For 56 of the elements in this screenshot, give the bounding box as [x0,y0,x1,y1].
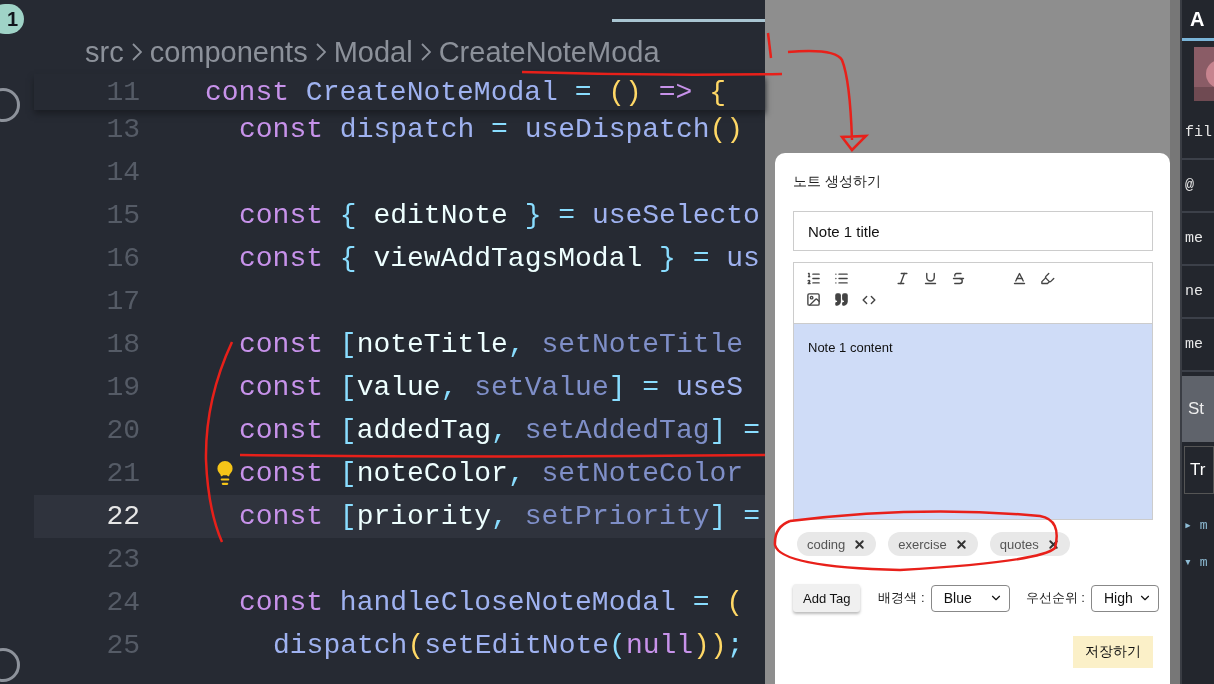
line-number: 22 [105,501,140,532]
code-line: dispatch(setEditNote(null)); [273,630,744,661]
panel-row[interactable]: ne [1182,266,1214,319]
panel-row[interactable]: me [1182,213,1214,266]
bullet-list-icon[interactable] [834,271,849,286]
priority-select[interactable]: High [1090,584,1159,612]
code-line: const CreateNoteModal = () => { [205,76,726,108]
tree-item[interactable]: ▸ m [1182,506,1214,543]
code-line: const { viewAddTagsModal } = us [239,243,760,274]
breadcrumb-item[interactable]: src [85,35,124,69]
code-line: const dispatch = useDispatch() [239,114,744,145]
modal-title: 노트 생성하기 [793,173,881,191]
chevron-icon [420,43,431,61]
panel-row[interactable]: fil [1182,107,1214,160]
code-line: const handleCloseNoteModal = ( [239,587,744,618]
scrollbar[interactable] [1170,0,1180,684]
note-content[interactable]: Note 1 content [808,340,893,355]
code-line: const { editNote } = useSelecto [239,200,760,231]
tag-label: coding [807,536,846,552]
italic-icon[interactable] [895,271,910,286]
chevron-icon [315,43,326,61]
highlighter-icon[interactable] [1040,271,1055,286]
code-line: const [priority, setPriority] = [239,501,760,532]
exclamation-mark [766,32,773,59]
underline-icon[interactable] [923,271,938,286]
tag-label: quotes [999,536,1039,552]
code-line: const [noteColor, setNoteColor [239,458,744,489]
priority-label: 우선순위 : [1025,589,1085,607]
code-line: const [noteTitle, setNoteTitle [239,329,744,360]
panel-row[interactable]: @ [1182,160,1214,213]
quote-icon[interactable] [834,292,849,307]
ordered-list-icon[interactable] [806,271,821,286]
strikethrough-icon[interactable] [951,271,966,286]
title-input-field[interactable]: Note 1 title [793,211,1153,251]
panel-tab[interactable]: A [1182,0,1214,41]
panel-input-field[interactable]: Tr [1184,446,1214,494]
breadcrumb-item[interactable]: CreateNoteModa [438,35,660,69]
save-button[interactable]: 저장하기 [1073,636,1153,668]
add-tag-button[interactable]: Add Tag [793,584,861,612]
image-icon[interactable] [806,292,821,307]
chevron-icon [131,43,142,61]
text-color-icon[interactable] [1012,271,1027,286]
color-select[interactable]: Blue [930,584,1010,612]
panel-button[interactable]: St [1182,376,1214,442]
close-icon[interactable] [954,537,968,551]
close-icon[interactable] [853,537,867,551]
notification-badge: 1 [0,4,24,34]
panel-row[interactable]: me [1182,319,1214,372]
code-line: const [addedTag, setAddedTag] = [239,415,760,446]
code-line: const [value, setValue] = useS [239,372,744,403]
tree-item[interactable]: ▾ m [1182,543,1214,580]
tag-label: exercise [898,536,947,552]
color-label: 배경색 : [878,589,925,607]
breadcrumb-item[interactable]: Modal [333,35,413,69]
breadcrumb-item[interactable]: components [149,35,308,69]
close-icon[interactable] [1046,537,1060,551]
